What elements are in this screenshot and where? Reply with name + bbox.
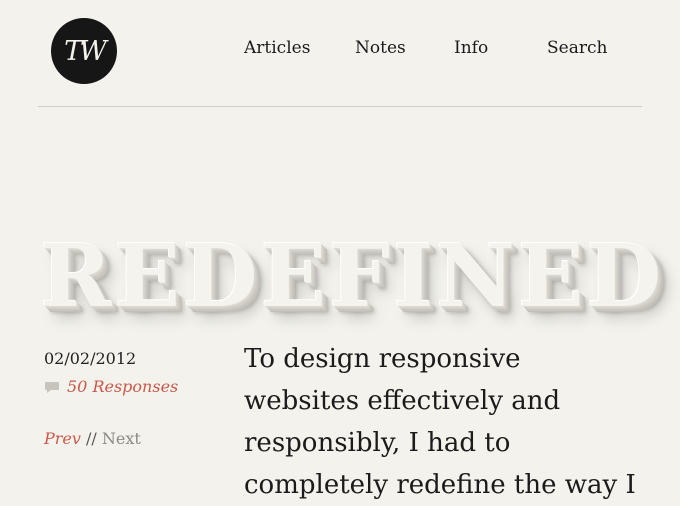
responses-row: 50 Responses [44,376,224,398]
responses-link[interactable]: 50 Responses [67,376,178,398]
nav-notes-link[interactable]: Notes [355,38,406,58]
article-line: completely redefine the way I [244,470,636,500]
post-pagination: Prev // Next [44,428,141,450]
pager-separator: // [86,429,97,448]
nav-info-link[interactable]: Info [454,38,488,58]
next-link[interactable]: Next [102,429,141,448]
main-navigation: Articles Notes Info Search [0,38,680,64]
nav-articles-link[interactable]: Articles [244,38,310,58]
prev-link[interactable]: Prev [44,429,81,448]
page-title: REDEFINED [40,225,665,327]
comment-icon [45,381,59,393]
nav-search-link[interactable]: Search [547,38,607,58]
article-line: To design responsive [244,344,521,374]
header-divider [38,106,642,107]
post-meta: 02/02/2012 50 Responses [44,348,224,398]
article-body: To design responsive websites effectivel… [244,338,664,506]
article-line: websites effectively and [244,386,561,416]
article-line: responsibly, I had to [244,428,511,458]
post-date: 02/02/2012 [44,349,137,368]
